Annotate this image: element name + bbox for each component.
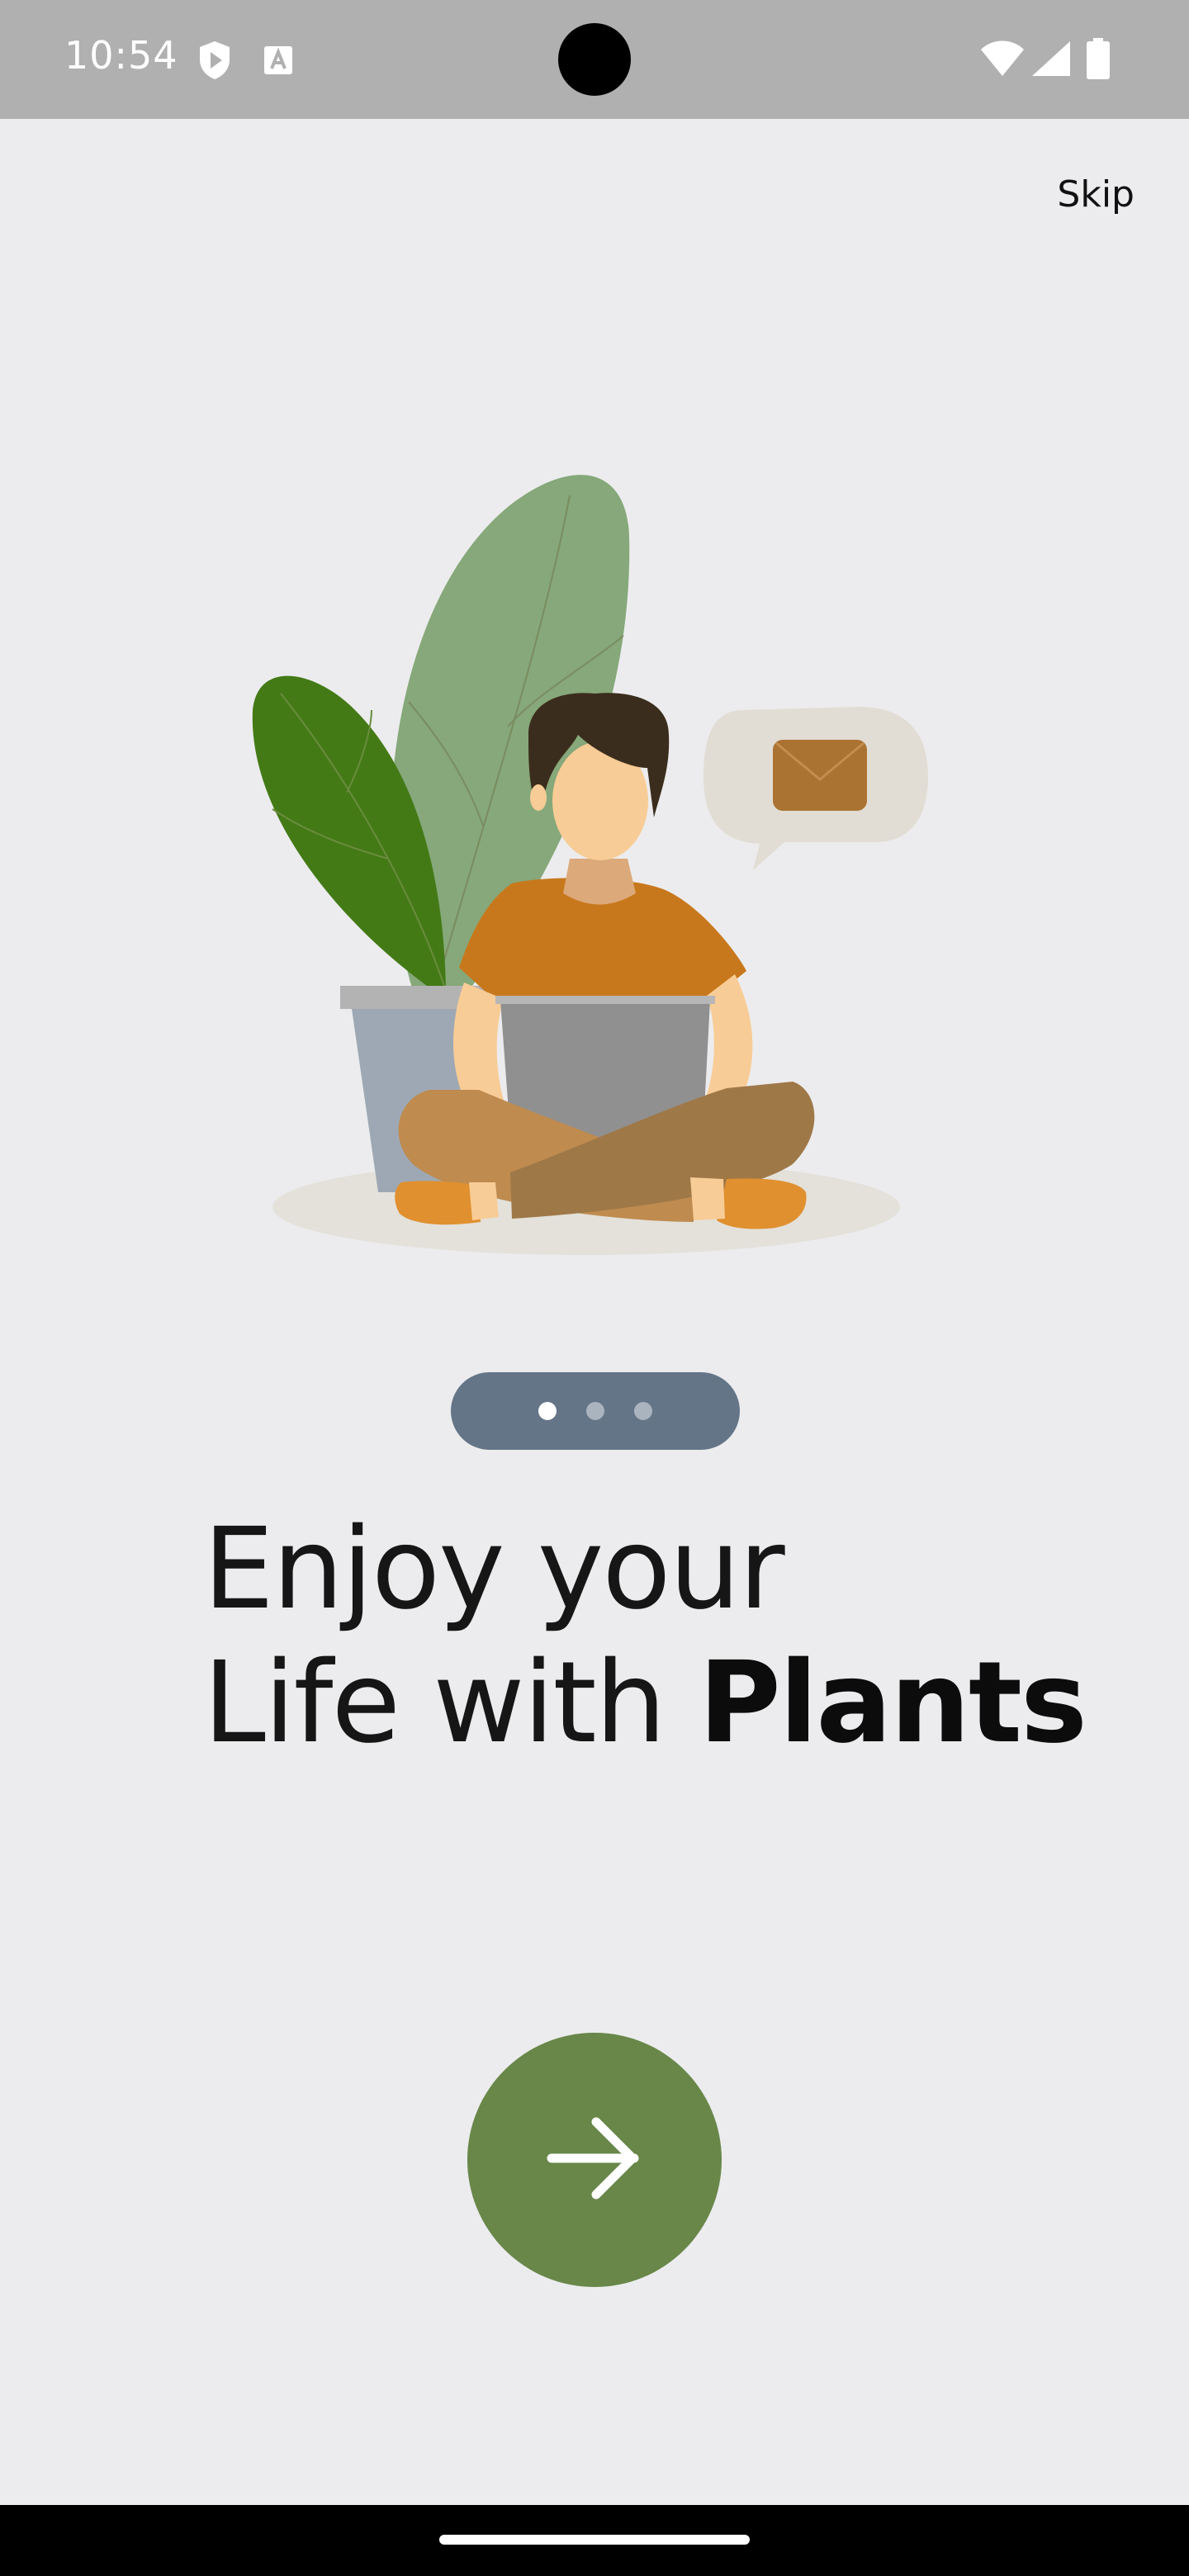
person-with-laptop-and-plant-illustration: [239, 471, 941, 1263]
onboarding-screen: 10:54 Skip Enjoy your Life with Plants: [0, 0, 1189, 2576]
next-button[interactable]: [467, 2033, 722, 2287]
shield-play-icon: [197, 40, 233, 85]
headline-line-1: Enjoy your: [203, 1504, 785, 1635]
onboarding-headline: Enjoy your Life with Plants: [203, 1503, 1111, 1770]
skip-button[interactable]: Skip: [1057, 173, 1135, 215]
navigation-bar: [0, 2505, 1189, 2576]
headline-line-2: Life with Plants: [203, 1636, 1111, 1770]
arrow-right-icon: [545, 2109, 644, 2212]
headline-line-2-bold: Plants: [699, 1638, 1087, 1769]
page-dot-2[interactable]: [586, 1402, 604, 1420]
battery-icon: [1087, 38, 1110, 83]
status-time: 10:54: [64, 33, 178, 78]
page-dot-3[interactable]: [634, 1402, 652, 1420]
page-indicator: [451, 1372, 740, 1450]
camera-cutout: [558, 23, 631, 96]
font-a-icon: [263, 45, 294, 80]
status-bar: 10:54: [0, 0, 1189, 119]
signal-icon: [1030, 40, 1072, 82]
headline-line-2-regular: Life with: [203, 1638, 699, 1769]
page-dot-1[interactable]: [538, 1402, 557, 1420]
home-handle[interactable]: [439, 2535, 750, 2545]
wifi-icon: [979, 40, 1026, 82]
